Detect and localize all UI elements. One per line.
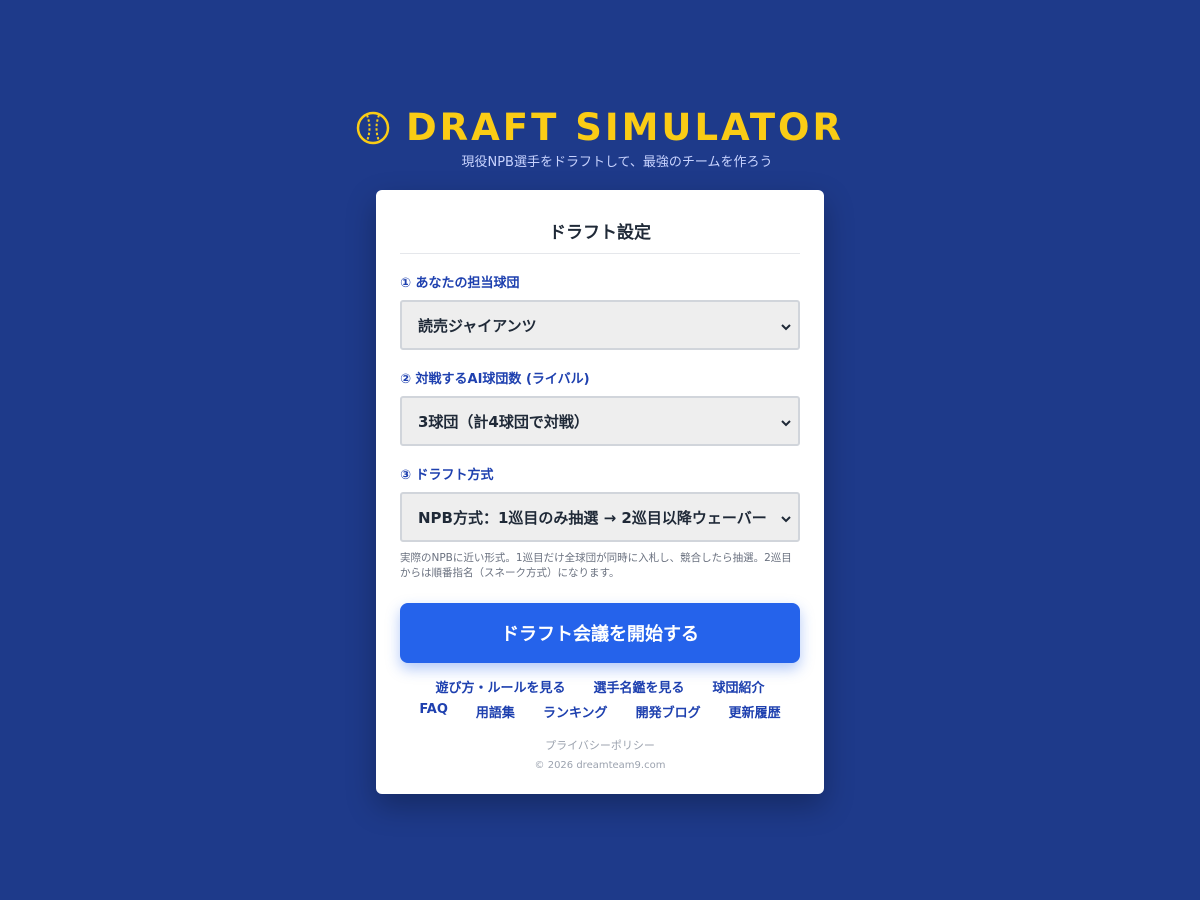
format-select-value: NPB方式：1巡目のみ抽選 → 2巡目以降ウェーバー (418, 508, 767, 527)
baseball-icon (356, 111, 390, 145)
link-glossary[interactable]: 用語集 (476, 702, 515, 721)
format-help-text: 実際のNPBに近い形式。1巡目だけ全球団が同時に入札し、競合したら抽選。2巡目か… (400, 552, 792, 579)
card-title: ドラフト設定 (400, 190, 800, 254)
link-changelog[interactable]: 更新履歴 (729, 702, 781, 721)
page: DRAFT SIMULATOR 現役NPB選手をドラフトして、最強のチームを作ろ… (0, 0, 1200, 900)
chevron-down-icon (780, 415, 792, 427)
link-dev-blog[interactable]: 開発ブログ (636, 702, 701, 721)
link-player-directory[interactable]: 選手名鑑を見る (593, 677, 684, 696)
rivals-select-label: ② 対戦するAI球団数 (ライバル) (400, 372, 590, 387)
copyright: © 2026 dreamteam9.com (534, 760, 666, 771)
chevron-down-icon (780, 319, 792, 331)
link-ranking[interactable]: ランキング (543, 702, 608, 721)
team-select[interactable]: 読売ジャイアンツ (400, 300, 800, 350)
rivals-select[interactable]: 3球団（計4球団で対戦） (400, 396, 800, 446)
format-select[interactable]: NPB方式：1巡目のみ抽選 → 2巡目以降ウェーバー (400, 492, 800, 542)
brand-header: DRAFT SIMULATOR 現役NPB選手をドラフトして、最強のチームを作ろ… (0, 108, 1200, 170)
links-row-primary: 遊び方・ルールを見る 選手名鑑を見る 球団紹介 (400, 677, 800, 696)
tagline: 現役NPB選手をドラフトして、最強のチームを作ろう (461, 155, 773, 170)
link-faq[interactable]: FAQ (419, 702, 448, 721)
team-select-label: ① あなたの担当球団 (400, 276, 520, 291)
format-select-label: ③ ドラフト方式 (400, 468, 494, 483)
chevron-down-icon (780, 511, 792, 523)
link-team-intro[interactable]: 球団紹介 (713, 677, 765, 696)
link-how-to-play[interactable]: 遊び方・ルールを見る (435, 677, 565, 696)
links-row-secondary: FAQ 用語集 ランキング 開発ブログ 更新履歴 (400, 702, 800, 721)
privacy-policy-link[interactable]: プライバシーポリシー (400, 737, 800, 753)
draft-settings-card: ドラフト設定 ① あなたの担当球団 読売ジャイアンツ ② 対戦するAI球団数 (… (376, 190, 824, 794)
team-select-value: 読売ジャイアンツ (418, 316, 537, 335)
rivals-select-value: 3球団（計4球団で対戦） (418, 412, 589, 431)
brand-row: DRAFT SIMULATOR (356, 108, 844, 148)
app-title: DRAFT SIMULATOR (405, 106, 845, 149)
start-draft-button[interactable]: ドラフト会議を開始する (400, 603, 800, 663)
